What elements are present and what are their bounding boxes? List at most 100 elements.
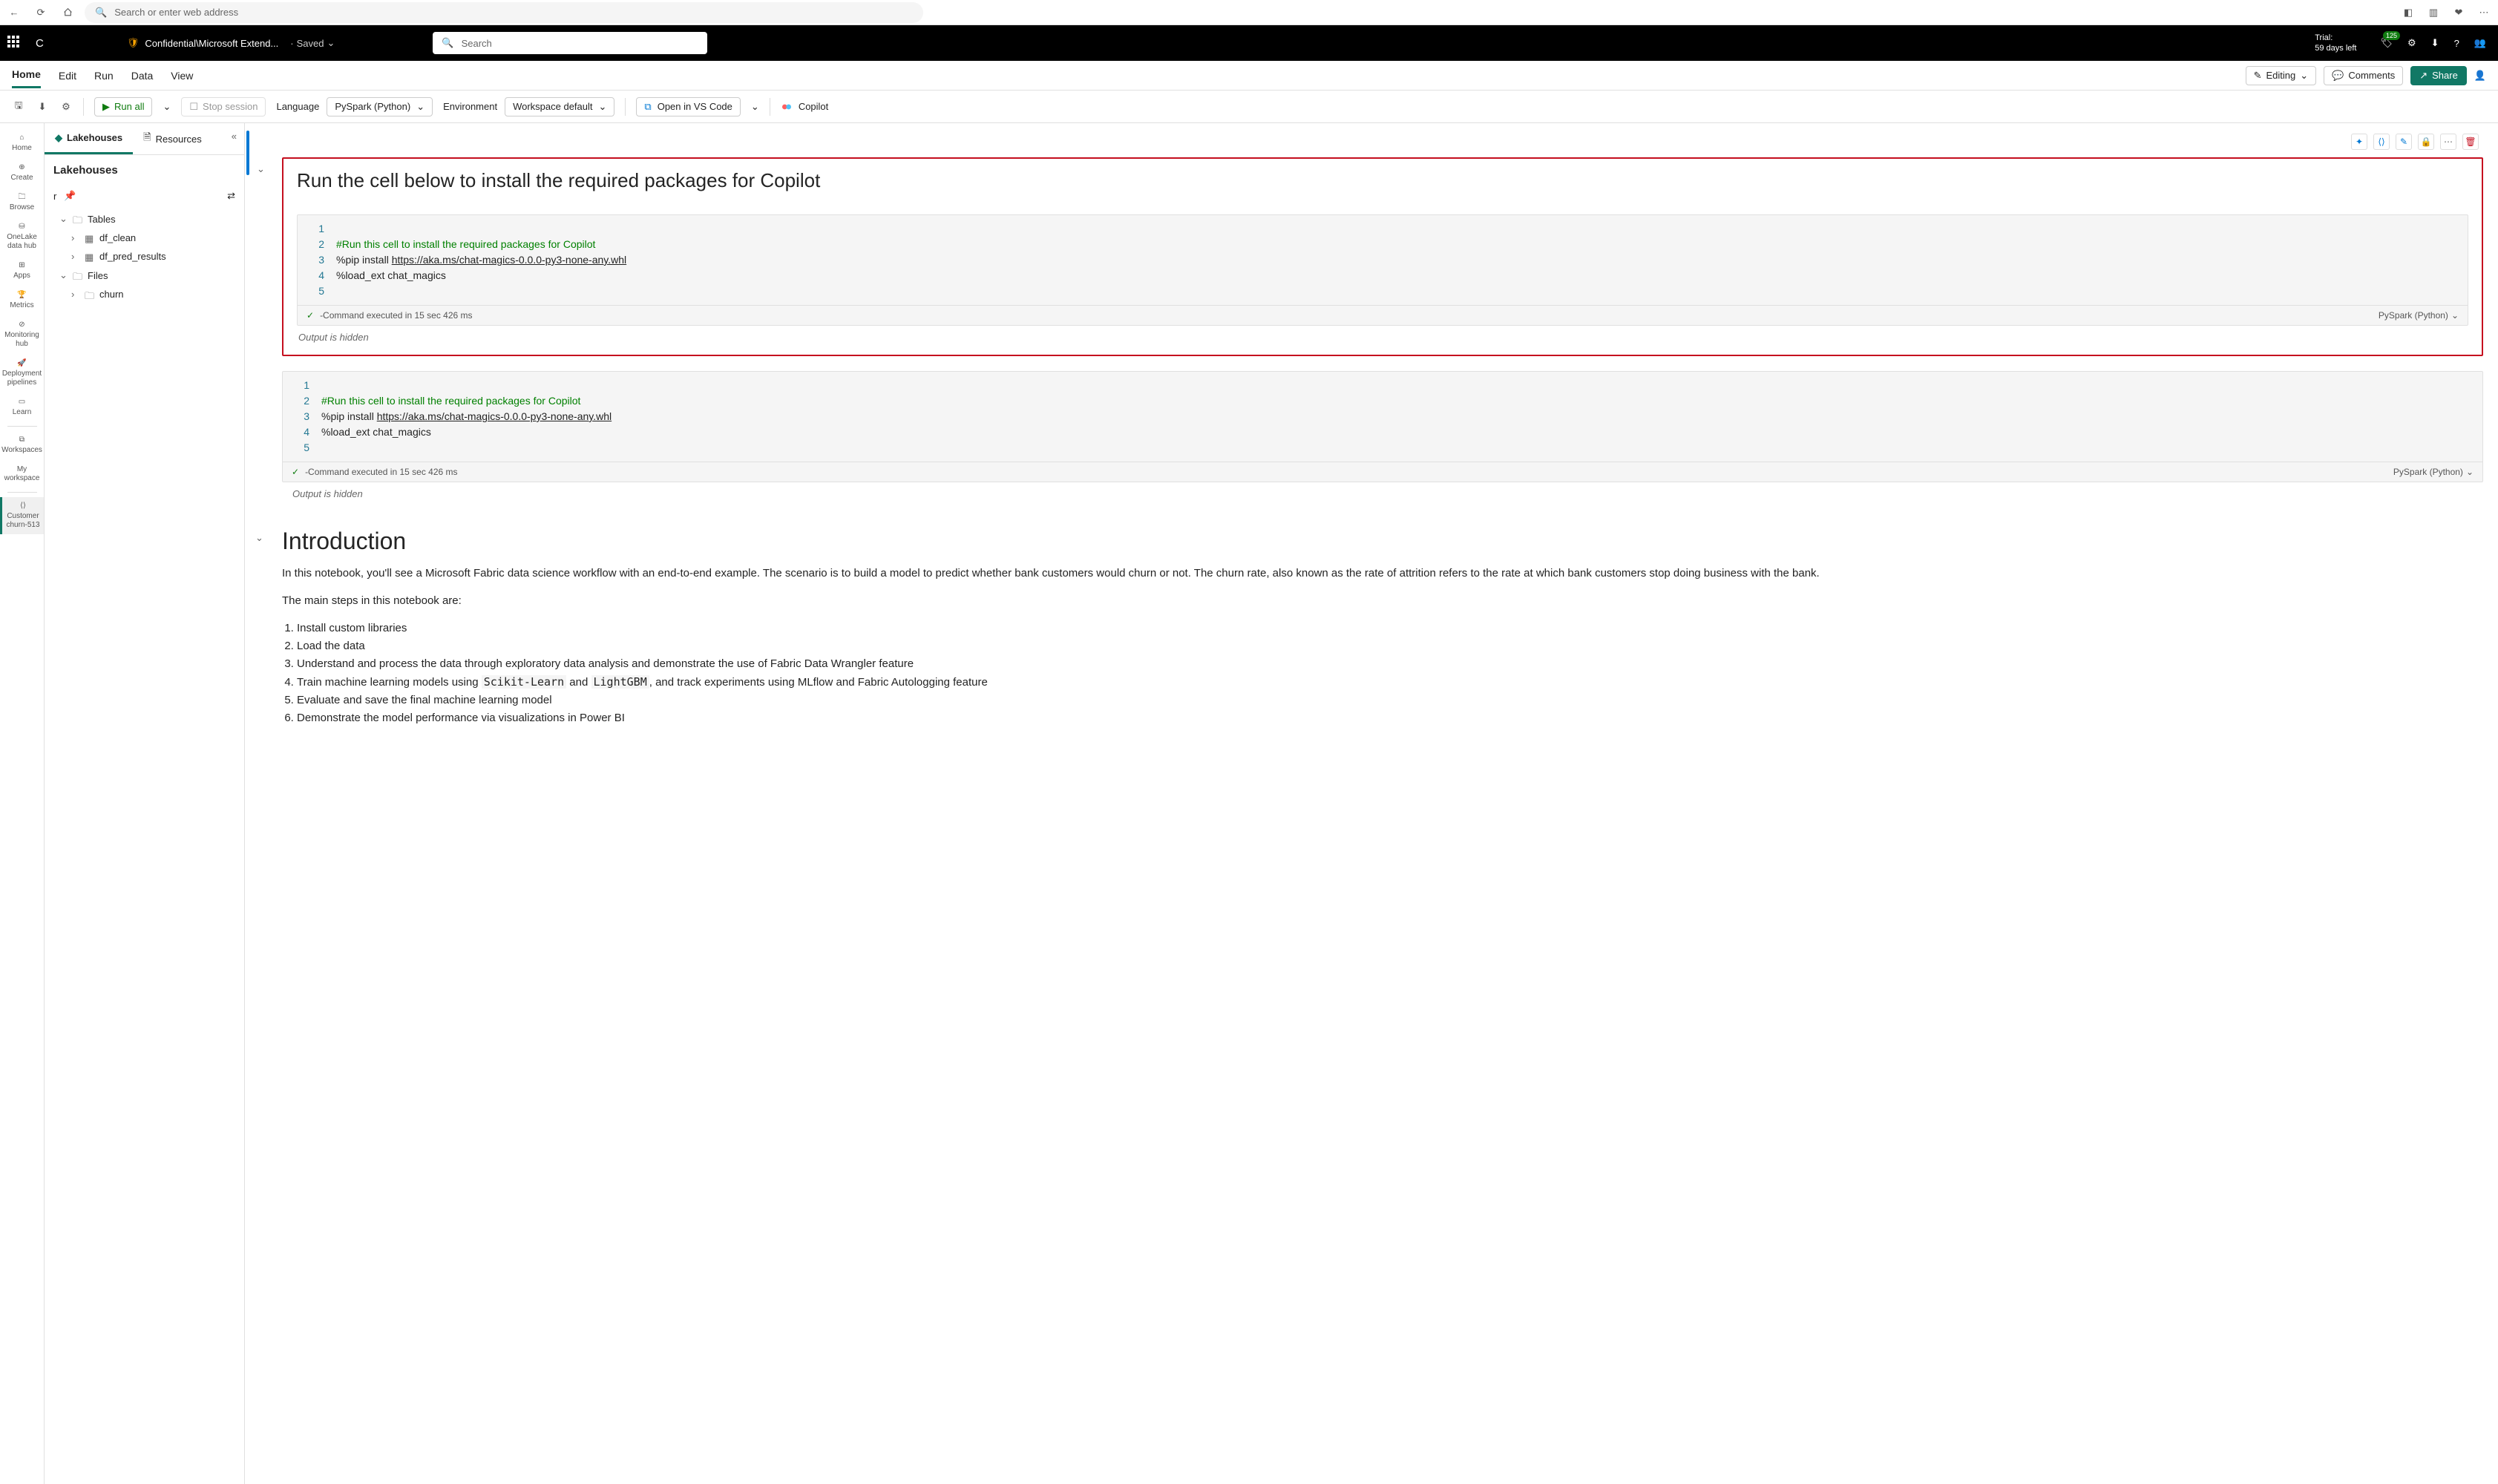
favorites-icon[interactable]: ❤ — [2452, 6, 2465, 19]
markdown-cell-intro[interactable]: ⌄ Introduction In this notebook, you'll … — [282, 528, 2483, 727]
workspace-icon: ⧉ — [19, 436, 24, 444]
explorer-tab-resources[interactable]: 🗎Resources — [133, 123, 212, 154]
folder-icon: 🗀 — [19, 193, 26, 202]
rail-customer-churn[interactable]: ⟨⟩Customer churn-513 — [0, 497, 44, 534]
download-icon[interactable]: ⬇ — [36, 100, 49, 114]
list-item: Understand and process the data through … — [297, 655, 2483, 673]
table-icon: ▦ — [85, 233, 95, 243]
home-icon[interactable] — [61, 6, 74, 19]
search-icon: 🔍 — [95, 7, 107, 19]
copilot-button[interactable]: Copilot — [781, 101, 828, 113]
cell-language-picker[interactable]: PySpark (Python) ⌄ — [2393, 467, 2474, 477]
app-launcher-icon[interactable] — [7, 36, 22, 50]
delete-icon[interactable]: 🗑 — [2462, 134, 2479, 150]
settings-icon[interactable]: ⚙ — [2407, 37, 2416, 49]
environment-label: Environment — [443, 101, 497, 112]
swap-icon[interactable]: ⇄ — [227, 190, 235, 202]
tree-tables[interactable]: ⌄🗀Tables — [53, 209, 235, 229]
environment-select[interactable]: Workspace default ⌄ — [505, 97, 614, 116]
list-item: Demonstrate the model performance via vi… — [297, 709, 2483, 727]
back-icon[interactable]: ← — [7, 6, 21, 19]
code-icon[interactable]: ⟨⟩ — [2373, 134, 2390, 150]
markdown-cell-highlighted[interactable]: ⌄ Run the cell below to install the requ… — [282, 157, 2483, 356]
open-vscode-button[interactable]: ⧉Open in VS Code — [636, 97, 740, 116]
tab-view[interactable]: View — [171, 64, 193, 88]
language-select[interactable]: PySpark (Python) ⌄ — [327, 97, 433, 116]
feedback-icon[interactable]: 👥 — [2474, 37, 2486, 49]
stop-session-button[interactable]: ☐ Stop session — [181, 97, 266, 116]
file-icon: 🗎 — [143, 131, 151, 147]
collapse-cell-icon[interactable]: ⌄ — [257, 163, 265, 175]
rail-monitoring[interactable]: ⊘Monitoring hub — [0, 316, 44, 353]
list-item: Install custom libraries — [297, 620, 2483, 637]
table-icon: ▦ — [85, 252, 95, 262]
breadcrumb-text[interactable]: Confidential\Microsoft Extend... — [145, 38, 278, 49]
help-icon[interactable]: ? — [2454, 38, 2459, 49]
global-search[interactable]: 🔍 Search — [433, 32, 707, 54]
collapse-cell-icon[interactable]: ⌄ — [255, 532, 263, 544]
vscode-dropdown[interactable]: ⌄ — [751, 101, 759, 113]
editing-mode-button[interactable]: ✎ Editing ⌄ — [2246, 66, 2317, 85]
rail-apps[interactable]: ⊞Apps — [0, 257, 44, 285]
exec-status-text: -Command executed in 15 sec 426 ms — [305, 467, 457, 477]
presence-icon[interactable]: 👤 — [2474, 70, 2486, 82]
chevron-down-icon: ⌄ — [327, 37, 335, 49]
product-logo: C — [36, 37, 44, 50]
tree-churn[interactable]: ›🗀churn — [53, 285, 235, 303]
lakehouse-item[interactable]: r — [53, 191, 56, 202]
trophy-icon: 🏆 — [17, 291, 26, 300]
rail-onelake[interactable]: ⛁OneLake data hub — [0, 218, 44, 255]
tree-df-clean[interactable]: ›▦df_clean — [53, 229, 235, 247]
tab-data[interactable]: Data — [131, 64, 154, 88]
tree-files[interactable]: ⌄🗀Files — [53, 266, 235, 285]
run-all-button[interactable]: ▶ Run all — [94, 97, 152, 116]
split-icon[interactable]: ▥ — [2427, 6, 2440, 19]
download-icon[interactable]: ⬇ — [2431, 37, 2439, 49]
tab-run[interactable]: Run — [94, 64, 114, 88]
refresh-icon[interactable]: ⟳ — [34, 6, 47, 19]
lock-icon[interactable]: 🔒 — [2418, 134, 2434, 150]
menu-icon[interactable]: ⋯ — [2477, 6, 2491, 19]
monitor-icon: ⊘ — [19, 321, 24, 329]
rail-home[interactable]: ⌂Home — [0, 129, 44, 157]
rail-browse[interactable]: 🗀Browse — [0, 188, 44, 217]
code-cell[interactable]: 1 2#Run this cell to install the require… — [282, 371, 2483, 482]
notifications-button[interactable]: 🏷125 — [2381, 37, 2393, 49]
chevron-down-icon: ⌄ — [59, 213, 68, 225]
rocket-icon: 🚀 — [17, 359, 26, 368]
trial-status: Trial: 59 days left — [2315, 33, 2356, 54]
tree-df-pred[interactable]: ›▦df_pred_results — [53, 247, 235, 266]
run-dropdown[interactable]: ⌄ — [163, 101, 171, 113]
check-icon: ✓ — [292, 467, 299, 477]
saved-indicator[interactable]: · Saved ⌄ — [290, 37, 335, 49]
sparkle-icon[interactable]: ✦ — [2351, 134, 2367, 150]
cell-language-picker[interactable]: PySpark (Python) ⌄ — [2379, 310, 2459, 321]
share-button[interactable]: ↗ Share — [2410, 66, 2467, 85]
address-bar[interactable]: 🔍 Search or enter web address — [85, 2, 923, 23]
tab-edit[interactable]: Edit — [59, 64, 76, 88]
explorer-tab-lakehouses[interactable]: ◆Lakehouses — [45, 123, 133, 154]
code-block[interactable]: 1 2#Run this cell to install the require… — [297, 214, 2468, 326]
tab-home[interactable]: Home — [12, 62, 41, 88]
settings-gear-icon[interactable]: ⚙ — [59, 100, 73, 114]
edit-icon[interactable]: ✎ — [2396, 134, 2412, 150]
chevron-right-icon: › — [71, 232, 80, 243]
rail-workspaces[interactable]: ⧉Workspaces — [0, 431, 44, 459]
more-icon[interactable]: ⋯ — [2440, 134, 2456, 150]
comments-button[interactable]: 💬 Comments — [2324, 66, 2403, 85]
rail-metrics[interactable]: 🏆Metrics — [0, 286, 44, 315]
check-icon: ✓ — [306, 310, 314, 321]
output-hidden-text: Output is hidden — [297, 326, 2468, 344]
rail-my-workspace[interactable]: My workspace — [0, 461, 44, 487]
address-placeholder: Search or enter web address — [114, 7, 238, 18]
lakehouses-heading: Lakehouses — [53, 164, 235, 177]
extension-icon[interactable]: ◧ — [2402, 6, 2415, 19]
rail-learn[interactable]: ▭Learn — [0, 393, 44, 421]
pin-icon[interactable]: 📌 — [64, 190, 76, 202]
database-icon: ⛁ — [19, 223, 24, 232]
collapse-panel-icon[interactable]: « — [224, 123, 244, 154]
rail-pipelines[interactable]: 🚀Deployment pipelines — [0, 355, 44, 392]
rail-create[interactable]: ⊕Create — [0, 159, 44, 187]
folder-icon: 🗀 — [85, 289, 95, 300]
save-icon[interactable]: 🖫 — [12, 100, 25, 114]
